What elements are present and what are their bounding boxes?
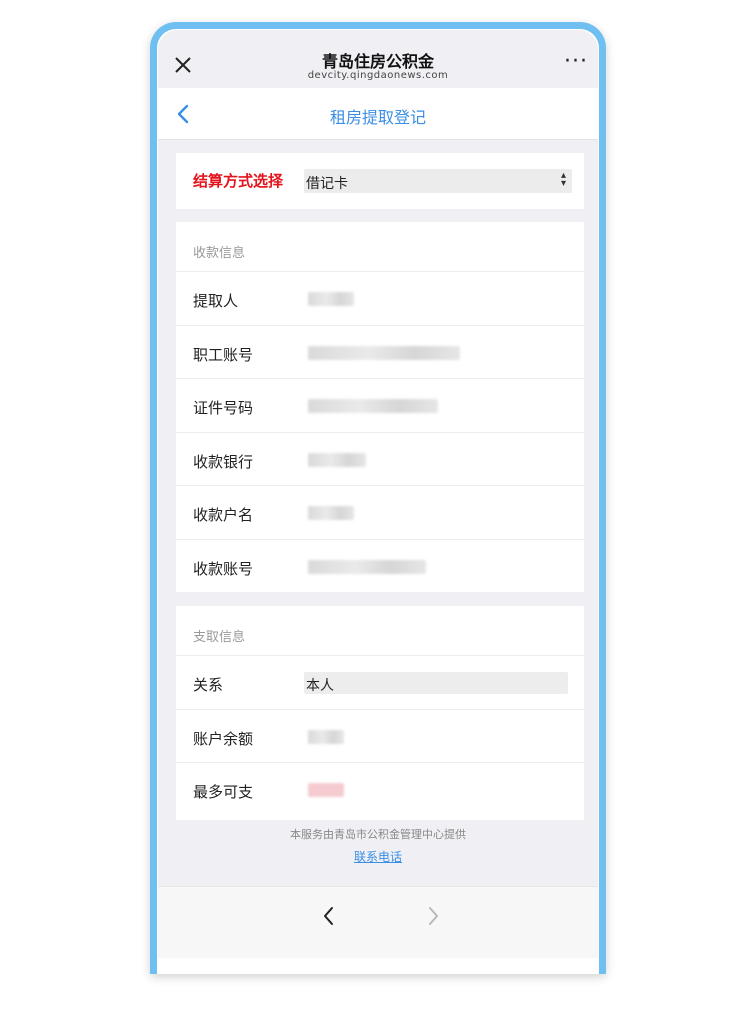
- withdrawer-label: 提取人: [193, 292, 239, 310]
- payee-account-value-redacted: [308, 559, 426, 574]
- nav-forward-icon[interactable]: [420, 903, 446, 929]
- payee-info-card: 收款信息 提取人 职工账号 证件号码 收款银行 收款户名 收款账号: [176, 222, 584, 592]
- phone-frame-left-edge: [150, 90, 157, 974]
- max-withdraw-label: 最多可支: [193, 783, 254, 801]
- phone-screen: 青岛住房公积金 devcity.qingdaonews.com ··· 租房提取…: [158, 30, 598, 958]
- payee-row-account: 职工账号: [176, 326, 584, 379]
- max-withdraw-value-redacted: [308, 783, 344, 797]
- wechat-browser-bar: 青岛住房公积金 devcity.qingdaonews.com ···: [158, 30, 598, 88]
- withdraw-section-title: 支取信息: [193, 630, 246, 645]
- settlement-select-value: 借记卡: [306, 176, 348, 192]
- browser-bottom-nav: [158, 886, 598, 958]
- nav-back-icon[interactable]: [316, 903, 342, 929]
- select-arrows-icon: ▴ ▾: [560, 170, 566, 189]
- payee-row-bank-account: 收款账号: [176, 540, 584, 594]
- balance-label: 账户余额: [193, 729, 254, 748]
- id-number-label: 证件号码: [193, 399, 254, 417]
- wechat-page-url: devcity.qingdaonews.com: [307, 70, 449, 81]
- withdrawer-value-redacted: [308, 292, 354, 306]
- settlement-label: 结算方式选择: [193, 172, 284, 190]
- payee-row-name: 收款户名: [176, 486, 584, 540]
- withdraw-row-max: 最多可支: [176, 763, 584, 817]
- payee-row-withdrawer: 提取人: [176, 272, 584, 326]
- payee-row-bank: 收款银行: [176, 433, 584, 486]
- withdraw-row-balance: 账户余额: [176, 710, 584, 763]
- more-icon[interactable]: ···: [564, 51, 588, 73]
- payee-bank-value-redacted: [308, 452, 366, 467]
- employee-account-label: 职工账号: [193, 345, 254, 364]
- payee-row-id-number: 证件号码: [176, 379, 584, 433]
- service-provider-note: 本服务由青岛市公积金管理中心提供: [290, 828, 466, 841]
- id-number-value-redacted: [308, 399, 438, 413]
- withdraw-info-card: 支取信息 关系 本人 账户余额 最多可支: [176, 606, 584, 820]
- settlement-card: 结算方式选择 借记卡 ▴ ▾: [176, 153, 584, 209]
- settlement-select[interactable]: 借记卡 ▴ ▾: [304, 169, 572, 193]
- payee-name-label: 收款户名: [193, 506, 254, 524]
- contact-phone-link[interactable]: 联系电话: [158, 848, 598, 865]
- relation-value: 本人: [306, 678, 334, 694]
- payee-section-header: 收款信息: [176, 222, 584, 272]
- payee-section-title: 收款信息: [193, 246, 246, 261]
- page-header: 租房提取登记: [158, 88, 598, 140]
- employee-account-value-redacted: [308, 345, 460, 360]
- payee-account-label: 收款账号: [193, 559, 254, 578]
- phone-frame-right-edge: [599, 90, 606, 974]
- relation-field[interactable]: 本人: [304, 672, 568, 694]
- payee-bank-label: 收款银行: [193, 452, 254, 471]
- withdraw-section-header: 支取信息: [176, 606, 584, 656]
- payee-name-value-redacted: [308, 506, 354, 520]
- balance-value-redacted: [308, 729, 344, 744]
- relation-label: 关系: [193, 676, 224, 694]
- page-title: 租房提取登记: [329, 108, 426, 127]
- wechat-page-title: 青岛住房公积金: [321, 52, 434, 71]
- settlement-row: 结算方式选择 借记卡 ▴ ▾: [176, 153, 584, 209]
- withdraw-row-relation: 关系 本人: [176, 656, 584, 710]
